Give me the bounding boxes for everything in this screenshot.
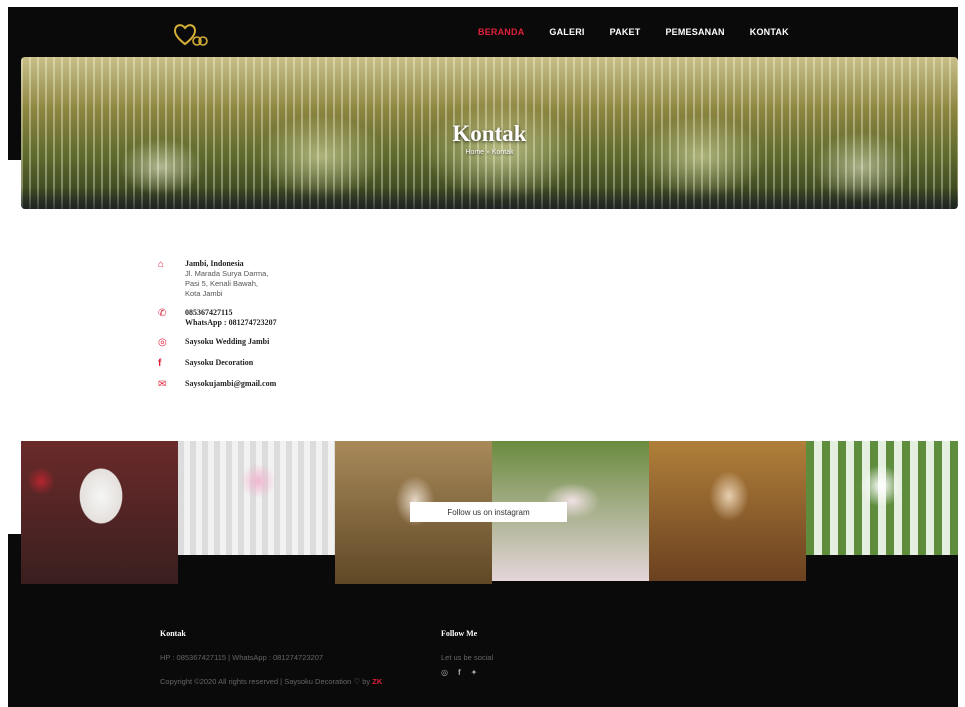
facebook-icon: f (158, 358, 162, 369)
phone-icon: ✆ (158, 308, 167, 319)
instagram-photo-decoration-stage[interactable] (178, 441, 335, 555)
footer-social-text: Let us be social (441, 653, 494, 662)
nav-item-galeri[interactable]: GALERI (549, 27, 584, 37)
nav-item-beranda[interactable]: BERANDA (478, 27, 524, 37)
email-link[interactable]: Saysokujambi@gmail.com (185, 379, 276, 388)
contact-list: ⌂ Jambi, Indonesia Jl. Marada Surya Darm… (158, 259, 277, 400)
contact-email: ✉ Saysokujambi@gmail.com (158, 379, 277, 391)
home-icon: ⌂ (158, 259, 165, 270)
copyright: Copyright ©2020 All rights reserved | Sa… (160, 676, 420, 687)
contact-phone: ✆ 085367427115 WhatsApp : 081274723207 (158, 308, 277, 328)
contact-instagram: ◎ Saysoku Wedding Jambi (158, 337, 277, 349)
contact-address: ⌂ Jambi, Indonesia Jl. Marada Surya Darm… (158, 259, 277, 299)
facebook-icon[interactable]: f (458, 668, 461, 677)
nav-item-pemesanan[interactable]: PEMESANAN (665, 27, 724, 37)
footer-contact-title: Kontak (160, 629, 186, 638)
page-title: Kontak (452, 121, 527, 146)
footer-contact-column: Kontak HP : 085367427115 | WhatsApp : 08… (160, 629, 420, 687)
author-link[interactable]: ZK (372, 677, 382, 686)
facebook-link[interactable]: Saysoku Decoration (185, 358, 253, 367)
instagram-icon: ◎ (158, 337, 167, 348)
main-nav: BERANDA GALERI PAKET PEMESANAN KONTAK (478, 27, 814, 37)
instagram-photo-green-decoration[interactable] (806, 441, 958, 555)
nav-item-kontak[interactable]: KONTAK (750, 27, 789, 37)
envelope-icon: ✉ (158, 379, 167, 390)
whatsapp-number[interactable]: WhatsApp : 081274723207 (185, 318, 277, 327)
copyright-text: Copyright ©2020 All rights reserved | Sa… (160, 677, 354, 686)
footer-follow-column: Follow Me Let us be social ◎ f ✦ (441, 629, 641, 677)
navbar: BERANDA GALERI PAKET PEMESANAN KONTAK (8, 7, 958, 60)
twitter-icon[interactable]: ✦ (471, 668, 478, 677)
by-text: by (360, 677, 373, 686)
logo-heart-rings-icon[interactable] (163, 17, 223, 51)
address-title: Jambi, Indonesia (185, 259, 244, 268)
instagram-link[interactable]: Saysoku Wedding Jambi (185, 337, 269, 346)
contact-facebook: f Saysoku Decoration (158, 358, 277, 370)
breadcrumb[interactable]: Home » Kontak (21, 149, 958, 156)
page: BERANDA GALERI PAKET PEMESANAN KONTAK Ko… (8, 7, 958, 707)
address-line-2: Pasi 5, Kenali Bawah, (185, 279, 258, 288)
instagram-photo-bride-white[interactable] (21, 441, 178, 584)
address-line-3: Kota Jambi (185, 289, 223, 298)
follow-instagram-button[interactable]: Follow us on instagram (410, 502, 567, 522)
address-line-1: Jl. Marada Surya Darma, (185, 269, 269, 278)
footer-contact-line: HP : 085367427115 | WhatsApp : 081274723… (160, 653, 324, 662)
social-links: ◎ f ✦ (441, 668, 641, 677)
nav-item-paket[interactable]: PAKET (610, 27, 641, 37)
phone-number[interactable]: 085367427115 (185, 308, 233, 317)
footer-follow-title: Follow Me (441, 629, 478, 638)
instagram-photo-bride-gold[interactable] (649, 441, 806, 581)
hero-banner: Kontak Home » Kontak (21, 57, 958, 209)
instagram-icon[interactable]: ◎ (441, 668, 448, 677)
